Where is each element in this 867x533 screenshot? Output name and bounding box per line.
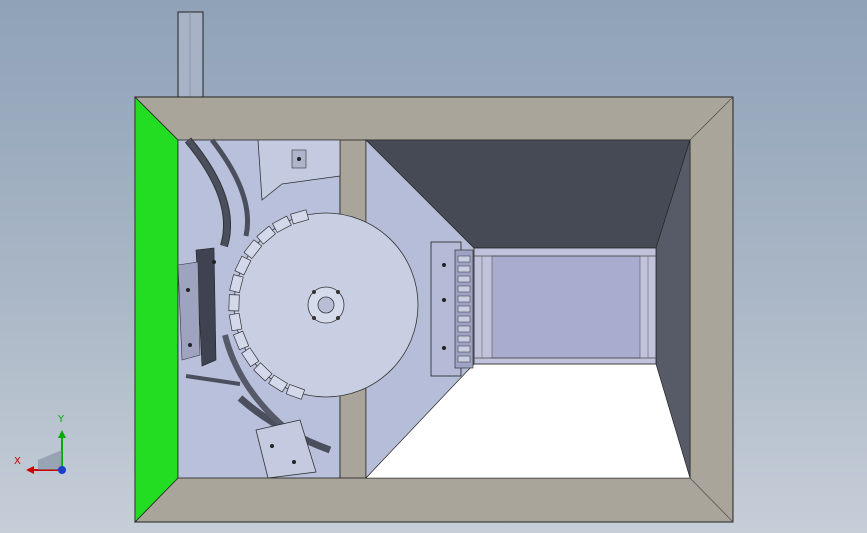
axis-x-label: X xyxy=(14,456,21,467)
cad-viewport[interactable]: X Y xyxy=(0,0,867,533)
flange-slot xyxy=(457,355,471,363)
flange-slot xyxy=(457,295,471,303)
flange-slot xyxy=(457,275,471,283)
flange-slot xyxy=(457,325,471,333)
axis-y-arrow xyxy=(58,430,66,438)
cad-model-top-view[interactable] xyxy=(0,0,867,533)
axis-origin-plane xyxy=(38,450,62,470)
flange-slot xyxy=(457,315,471,323)
flange-slot xyxy=(457,285,471,293)
axis-triad xyxy=(26,430,66,474)
flange-slots xyxy=(457,255,471,363)
flange-slot xyxy=(457,255,471,263)
axis-x-arrow xyxy=(26,466,34,474)
flange-slot xyxy=(457,335,471,343)
left-side-panel xyxy=(134,96,179,523)
axis-origin xyxy=(58,466,66,474)
axis-y-label: Y xyxy=(58,414,65,425)
flange-slot xyxy=(457,305,471,313)
flange-slot xyxy=(457,265,471,273)
flange-slot xyxy=(457,345,471,353)
rotor-blade xyxy=(228,294,240,312)
